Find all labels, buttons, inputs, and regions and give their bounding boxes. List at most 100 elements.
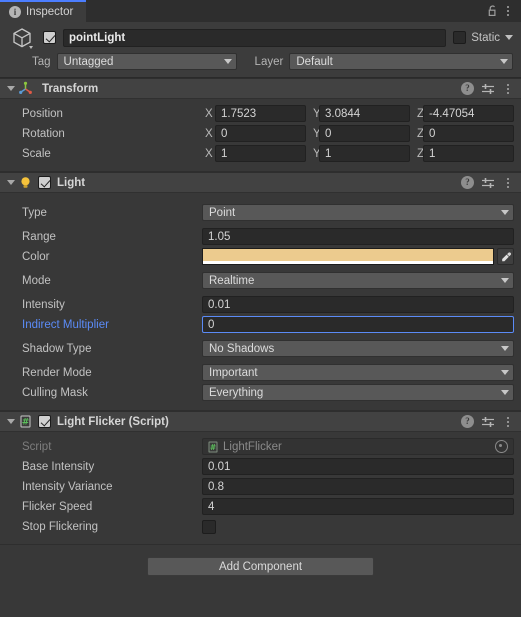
- light-color-swatch[interactable]: [202, 248, 494, 265]
- row-shadow-type: Shadow Type No Shadows: [7, 339, 514, 358]
- color-main: [203, 249, 493, 261]
- static-checkbox[interactable]: [453, 31, 467, 44]
- layer-label: Layer: [254, 55, 284, 68]
- component-header-actions: ?: [461, 176, 514, 190]
- axis-label-z: Z: [417, 147, 425, 160]
- script-value: LightFlicker: [223, 440, 282, 453]
- gameobject-name-row: pointLight Static: [8, 27, 513, 49]
- scale-x: X 1: [202, 145, 306, 162]
- row-scale: Scale X 1 Y 1 Z 1: [7, 144, 514, 163]
- row-label-rotation: Rotation: [22, 127, 65, 140]
- svg-text:#: #: [22, 418, 30, 428]
- axis-label-y: Y: [313, 127, 321, 140]
- static-toggle-group: Static: [453, 31, 513, 44]
- chevron-down-icon: [223, 59, 232, 64]
- axis-label-x: X: [205, 127, 213, 140]
- light-mode-value: Realtime: [209, 274, 255, 287]
- kebab-menu-icon[interactable]: [502, 415, 514, 429]
- row-intensity-variance: Intensity Variance 0.8: [7, 477, 514, 496]
- static-dropdown-caret-icon[interactable]: [505, 35, 513, 40]
- tab-inspector[interactable]: i Inspector: [0, 0, 86, 22]
- row-light-type: Type Point: [7, 203, 514, 222]
- light-range-input[interactable]: 1.05: [202, 228, 514, 245]
- position-y-input[interactable]: 3.0844: [319, 105, 410, 122]
- script-object-field: # LightFlicker: [202, 438, 514, 455]
- component-header-light[interactable]: Light ?: [0, 172, 521, 193]
- foldout-arrow-icon[interactable]: [4, 176, 17, 189]
- position-z-input[interactable]: -4.47054: [423, 105, 514, 122]
- preset-sliders-icon[interactable]: [481, 177, 495, 189]
- scale-z-input[interactable]: 1: [423, 145, 514, 162]
- position-vector3: X 1.7523 Y 3.0844 Z -4.47054: [202, 105, 514, 122]
- chevron-down-icon: [501, 210, 509, 215]
- transform-gizmo-icon: [18, 81, 33, 96]
- gameobject-header: pointLight Static Tag Untagged Layer Def…: [0, 22, 521, 78]
- row-label-mode: Mode: [22, 274, 51, 287]
- component-body-light-flicker: Script # LightFlicker Base Intensity 0.0…: [0, 432, 521, 544]
- rotation-y-input[interactable]: 0: [319, 125, 410, 142]
- scale-y-input[interactable]: 1: [319, 145, 410, 162]
- help-icon[interactable]: ?: [461, 176, 474, 189]
- preset-sliders-icon[interactable]: [481, 416, 495, 428]
- chevron-down-icon: [501, 346, 509, 351]
- gameobject-enabled-checkbox[interactable]: [43, 31, 56, 44]
- position-x-input[interactable]: 1.7523: [215, 105, 306, 122]
- eyedropper-icon[interactable]: [497, 248, 514, 265]
- kebab-menu-icon[interactable]: [502, 82, 514, 96]
- rotation-z-input[interactable]: 0: [423, 125, 514, 142]
- add-component-button[interactable]: Add Component: [147, 557, 374, 576]
- light-mode-dropdown[interactable]: Realtime: [202, 272, 514, 289]
- foldout-arrow-icon[interactable]: [4, 415, 17, 428]
- row-label-script: Script: [22, 440, 52, 453]
- static-label: Static: [471, 31, 500, 44]
- render-mode-dropdown[interactable]: Important: [202, 364, 514, 381]
- component-title-light: Light: [57, 176, 86, 189]
- light-intensity-input[interactable]: 0.01: [202, 296, 514, 313]
- rotation-y: Y 0: [306, 125, 410, 142]
- lightbulb-icon: [18, 175, 33, 190]
- row-script: Script # LightFlicker: [7, 437, 514, 456]
- axis-label-z: Z: [417, 107, 425, 120]
- object-picker-icon[interactable]: [495, 440, 508, 453]
- padlock-open-icon[interactable]: [486, 4, 500, 18]
- help-icon[interactable]: ?: [461, 82, 474, 95]
- component-header-light-flicker[interactable]: # Light Flicker (Script) ?: [0, 411, 521, 432]
- component-title-light-flicker: Light Flicker (Script): [57, 415, 169, 428]
- axis-label-y: Y: [313, 147, 321, 160]
- indirect-multiplier-input[interactable]: 0: [202, 316, 514, 333]
- component-header-actions: ?: [461, 82, 514, 96]
- light-enabled-checkbox[interactable]: [38, 176, 51, 189]
- light-flicker-enabled-checkbox[interactable]: [38, 415, 51, 428]
- kebab-menu-icon[interactable]: [502, 4, 514, 18]
- flicker-speed-input[interactable]: 4: [202, 498, 514, 515]
- axis-label-x: X: [205, 147, 213, 160]
- row-label-scale: Scale: [22, 147, 51, 160]
- culling-mask-dropdown[interactable]: Everything: [202, 384, 514, 401]
- component-title-transform: Transform: [42, 82, 99, 95]
- shadow-type-dropdown[interactable]: No Shadows: [202, 340, 514, 357]
- kebab-menu-icon[interactable]: [502, 176, 514, 190]
- row-flicker-speed: Flicker Speed 4: [7, 497, 514, 516]
- base-intensity-input[interactable]: 0.01: [202, 458, 514, 475]
- row-label-color: Color: [22, 250, 50, 263]
- tag-dropdown[interactable]: Untagged: [56, 53, 237, 70]
- rotation-x-input[interactable]: 0: [215, 125, 306, 142]
- preset-sliders-icon[interactable]: [481, 83, 495, 95]
- layer-dropdown[interactable]: Default: [289, 53, 513, 70]
- stop-flickering-checkbox[interactable]: [202, 519, 216, 534]
- row-indirect-multiplier: Indirect Multiplier 0: [7, 315, 514, 334]
- component-header-transform[interactable]: Transform ?: [0, 78, 521, 99]
- culling-mask-value: Everything: [209, 386, 264, 399]
- row-label-culling-mask: Culling Mask: [22, 386, 88, 399]
- scale-vector3: X 1 Y 1 Z 1: [202, 145, 514, 162]
- foldout-arrow-icon[interactable]: [4, 82, 17, 95]
- light-type-dropdown[interactable]: Point: [202, 204, 514, 221]
- axis-label-z: Z: [417, 127, 425, 140]
- row-stop-flickering: Stop Flickering: [7, 517, 514, 536]
- intensity-variance-input[interactable]: 0.8: [202, 478, 514, 495]
- gameobject-name-input[interactable]: pointLight: [63, 28, 447, 47]
- shadow-type-value: No Shadows: [209, 342, 275, 355]
- help-icon[interactable]: ?: [461, 415, 474, 428]
- scale-x-input[interactable]: 1: [215, 145, 306, 162]
- axis-label-x: X: [205, 107, 213, 120]
